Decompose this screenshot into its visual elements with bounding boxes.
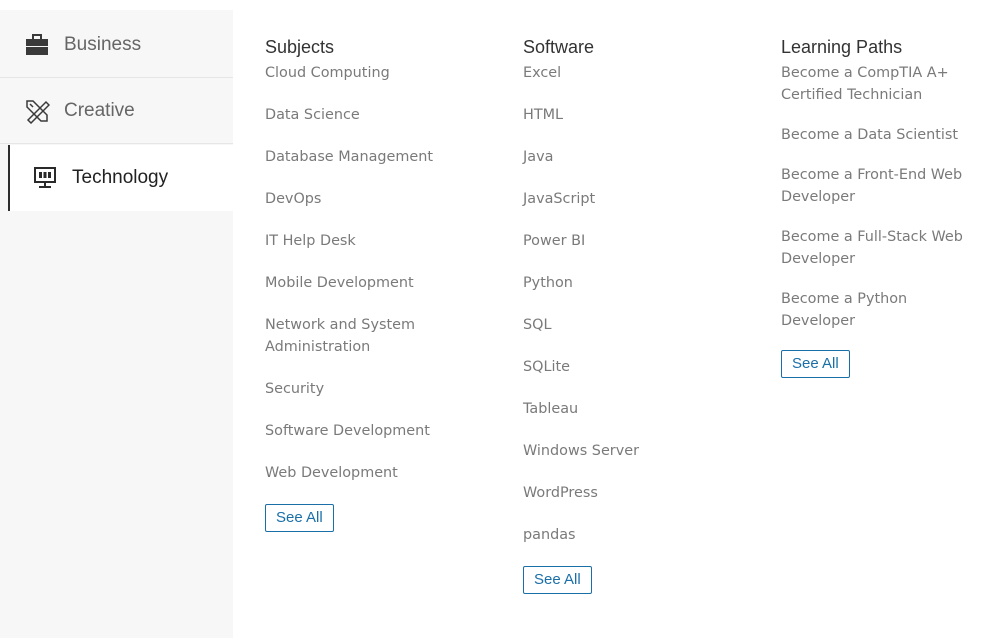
software-link[interactable]: SQL	[523, 314, 723, 336]
sidebar-item-label: Creative	[64, 100, 135, 121]
monitor-icon	[32, 165, 58, 191]
briefcase-icon	[24, 32, 50, 58]
learning-paths-column: Learning Paths Become a CompTIA A+ Certi…	[781, 34, 993, 378]
subject-link[interactable]: Cloud Computing	[265, 62, 485, 84]
subjects-column: Subjects Cloud Computing Data Science Da…	[265, 34, 485, 532]
subject-link[interactable]: Data Science	[265, 104, 485, 126]
design-tools-icon	[24, 98, 50, 124]
learning-path-link[interactable]: Become a Front-End Web Developer	[781, 164, 991, 208]
software-column: Software Excel HTML Java JavaScript Powe…	[523, 34, 723, 594]
software-link[interactable]: Excel	[523, 62, 723, 84]
software-link[interactable]: WordPress	[523, 482, 723, 504]
software-link[interactable]: Windows Server	[523, 440, 723, 462]
learning-path-link[interactable]: Become a Data Scientist	[781, 124, 993, 146]
software-see-all-button[interactable]: See All	[523, 566, 592, 594]
learning-paths-see-all-button[interactable]: See All	[781, 350, 850, 378]
subject-link[interactable]: Mobile Development	[265, 272, 485, 294]
software-link[interactable]: JavaScript	[523, 188, 723, 210]
software-link[interactable]: Python	[523, 272, 723, 294]
sidebar-item-technology[interactable]: Technology	[8, 145, 233, 211]
subjects-list: Cloud Computing Data Science Database Ma…	[265, 62, 485, 484]
learning-path-link[interactable]: Become a CompTIA A+ Certified Technician	[781, 62, 951, 106]
sidebar-item-business[interactable]: Business	[0, 12, 233, 78]
software-link[interactable]: HTML	[523, 104, 723, 126]
software-link[interactable]: Power BI	[523, 230, 723, 252]
sidebar-item-label: Technology	[72, 167, 169, 188]
subject-link[interactable]: Software Development	[265, 420, 485, 442]
learning-paths-heading: Learning Paths	[781, 37, 903, 57]
subject-link[interactable]: Network and System Administration	[265, 314, 445, 358]
learning-paths-list: Become a CompTIA A+ Certified Technician…	[781, 62, 993, 332]
software-link[interactable]: Java	[523, 146, 723, 168]
subjects-see-all-button[interactable]: See All	[265, 504, 334, 532]
subject-link[interactable]: Database Management	[265, 146, 485, 168]
subject-link[interactable]: Web Development	[265, 462, 485, 484]
learning-path-link[interactable]: Become a Python Developer	[781, 288, 951, 332]
category-sidebar: Business Creative Technology	[0, 10, 233, 638]
software-list: Excel HTML Java JavaScript Power BI Pyth…	[523, 62, 723, 546]
subject-link[interactable]: Security	[265, 378, 485, 400]
subject-link[interactable]: IT Help Desk	[265, 230, 485, 252]
software-link[interactable]: pandas	[523, 524, 723, 546]
subject-link[interactable]: DevOps	[265, 188, 485, 210]
learning-path-link[interactable]: Become a Full-Stack Web Developer	[781, 226, 991, 270]
software-link[interactable]: Tableau	[523, 398, 723, 420]
divider	[0, 143, 233, 144]
sidebar-item-label: Business	[64, 34, 142, 55]
subjects-heading: Subjects	[265, 37, 335, 57]
software-link[interactable]: SQLite	[523, 356, 723, 378]
sidebar-item-creative[interactable]: Creative	[0, 78, 233, 144]
software-heading: Software	[523, 37, 595, 57]
